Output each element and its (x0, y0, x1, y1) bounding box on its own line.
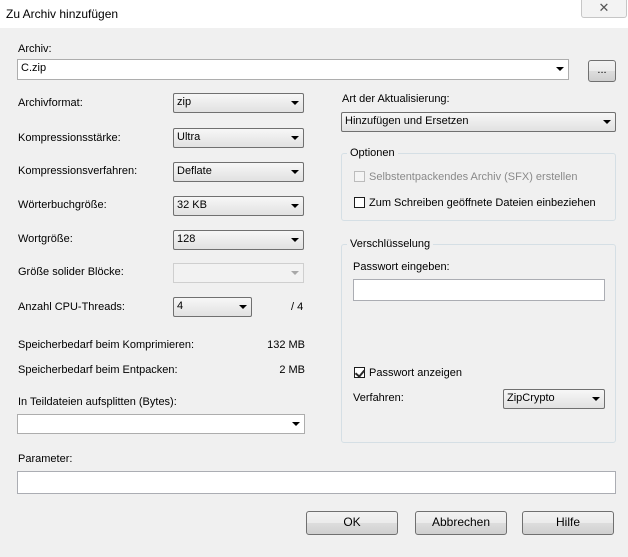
chevron-down-icon (292, 422, 300, 426)
cpu-threads-total: / 4 (291, 301, 304, 313)
cancel-button[interactable]: Abbrechen (415, 511, 507, 535)
memory-compress-label: Speicherbedarf beim Komprimieren: (18, 339, 195, 351)
shared-files-label: Zum Schreiben geöffnete Dateien einbezie… (369, 197, 596, 209)
archive-path-combobox[interactable]: C.zip (17, 59, 569, 80)
solid-block-size-select[interactable] (173, 263, 304, 283)
options-title: Optionen (347, 147, 398, 159)
archive-path-value: C.zip (21, 62, 47, 74)
update-mode-value: Hinzufügen und Ersetzen (345, 115, 469, 127)
word-size-label: Wortgröße: (18, 233, 73, 245)
chevron-down-icon (291, 238, 299, 242)
show-password-label: Passwort anzeigen (369, 367, 462, 379)
window-title: Zu Archiv hinzufügen (6, 7, 119, 21)
chevron-down-icon (592, 397, 600, 401)
archive-format-label: Archivformat: (18, 97, 83, 109)
chevron-down-icon (291, 204, 299, 208)
sfx-checkbox[interactable] (354, 171, 365, 182)
dictionary-size-value: 32 KB (177, 199, 207, 211)
ok-button[interactable]: OK (306, 511, 398, 535)
encryption-method-value: ZipCrypto (507, 392, 555, 404)
parameters-label: Parameter: (18, 453, 73, 465)
password-label: Passwort eingeben: (353, 261, 450, 273)
word-size-select[interactable]: 128 (173, 230, 304, 250)
memory-compress-value: 132 MB (267, 339, 305, 351)
compression-method-select[interactable]: Deflate (173, 162, 304, 182)
compression-level-label: Kompressionsstärke: (18, 132, 121, 144)
encryption-method-select[interactable]: ZipCrypto (503, 389, 605, 409)
ok-button-label: OK (343, 515, 361, 529)
dictionary-size-label: Wörterbuchgröße: (18, 199, 107, 211)
chevron-down-icon (239, 305, 247, 309)
close-button[interactable]: ✕ (581, 0, 627, 18)
chevron-down-icon (556, 67, 564, 71)
chevron-down-icon (291, 136, 299, 140)
shared-files-checkbox[interactable] (354, 197, 365, 208)
compression-method-value: Deflate (177, 165, 212, 177)
memory-decompress-value: 2 MB (279, 364, 305, 376)
parameters-input[interactable] (17, 471, 616, 494)
chevron-down-icon (291, 170, 299, 174)
password-input[interactable] (353, 279, 605, 301)
help-button-label: Hilfe (555, 515, 580, 529)
cpu-threads-select[interactable]: 4 (173, 297, 252, 317)
help-button[interactable]: Hilfe (522, 511, 614, 535)
cpu-threads-value: 4 (177, 300, 184, 312)
sfx-label: Selbstentpackendes Archiv (SFX) erstelle… (369, 171, 578, 183)
split-volumes-combobox[interactable] (17, 414, 305, 434)
show-password-checkbox[interactable] (354, 367, 366, 378)
dictionary-size-select[interactable]: 32 KB (173, 196, 304, 216)
word-size-value: 128 (177, 233, 196, 245)
chevron-down-icon (291, 271, 299, 275)
chevron-down-icon (603, 120, 611, 124)
archive-format-value: zip (177, 96, 192, 108)
checkmark-icon (354, 367, 366, 378)
compression-level-select[interactable]: Ultra (173, 128, 304, 148)
compression-level-value: Ultra (177, 131, 201, 143)
archive-format-select[interactable]: zip (173, 93, 304, 113)
compression-method-label: Kompressionsverfahren: (18, 165, 138, 177)
cpu-threads-label: Anzahl CPU-Threads: (18, 301, 125, 313)
browse-button-label: ... (597, 64, 607, 76)
archive-label: Archiv: (18, 43, 52, 55)
solid-block-size-label: Größe solider Blöcke: (18, 266, 124, 278)
close-icon: ✕ (598, 0, 610, 15)
update-mode-label: Art der Aktualisierung: (342, 93, 450, 105)
memory-decompress-label: Speicherbedarf beim Entpacken: (18, 364, 178, 376)
split-volumes-label: In Teildateien aufsplitten (Bytes): (18, 396, 177, 408)
encryption-title: Verschlüsselung (347, 238, 434, 250)
browse-button[interactable]: ... (588, 60, 616, 82)
update-mode-select[interactable]: Hinzufügen und Ersetzen (341, 112, 616, 132)
options-groupbox (341, 153, 616, 221)
encryption-groupbox (341, 244, 616, 443)
cancel-button-label: Abbrechen (431, 515, 491, 529)
encryption-method-label: Verfahren: (353, 392, 404, 404)
chevron-down-icon (291, 101, 299, 105)
